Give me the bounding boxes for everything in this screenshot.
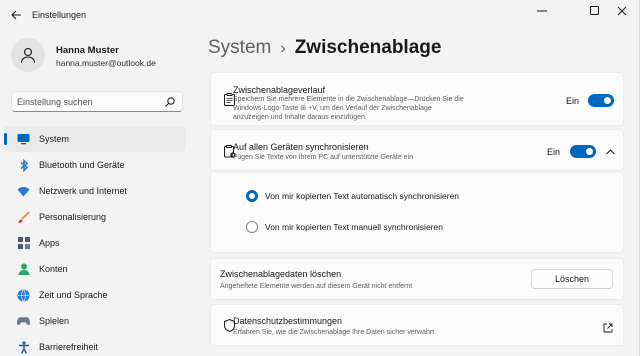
sidebar-item-network[interactable]: Netzwerk und Internet (4, 178, 186, 204)
monitor-icon (17, 133, 30, 146)
sidebar-item-label: Konten (39, 264, 68, 274)
sidebar-item-label: Bluetooth und Geräte (39, 160, 125, 170)
sidebar-item-label: Barrierefreiheit (39, 342, 99, 352)
radio-button[interactable] (246, 221, 258, 233)
description-line: Windows-Logo-Taste ⊞ +V, um den Verlauf … (233, 105, 432, 112)
wifi-icon (17, 185, 30, 198)
close-icon (617, 6, 627, 16)
collapse-button[interactable] (604, 146, 616, 158)
clipboard-history-description: Speichern Sie mehrere Elemente in die Zw… (233, 95, 523, 122)
clear-button[interactable]: Löschen (531, 269, 613, 289)
page-title: Zwischenablage (294, 37, 442, 58)
clear-data-description: Angeheftete Elemente werden auf diesem G… (220, 283, 413, 290)
clipboard-history-toggle[interactable] (588, 94, 614, 107)
sidebar-item-system[interactable]: System (4, 126, 186, 152)
chevron-up-icon (605, 149, 615, 155)
privacy-description: Erfahren Sie, wie die Zwischenablage Ihr… (233, 329, 435, 336)
sidebar-item-label: Apps (39, 238, 60, 248)
radio-button[interactable] (246, 190, 258, 202)
maximize-icon (590, 6, 599, 15)
sidebar-item-accounts[interactable]: Konten (4, 256, 186, 282)
sidebar-item-label: System (39, 134, 70, 144)
sync-title: Auf allen Geräten synchronisieren (233, 142, 369, 152)
sync-toggle-label: Ein (547, 147, 561, 157)
clear-data-title: Zwischenablagedaten löschen (220, 269, 342, 279)
settings-window: Einstellungen Hanna Muster hanna.muster@… (0, 0, 640, 356)
globe-clock-icon (17, 288, 30, 302)
sidebar-item-bluetooth[interactable]: Bluetooth und Geräte (4, 152, 186, 178)
open-external-icon (603, 323, 613, 333)
description-line: Speichern Sie mehrere Elemente in die Zw… (233, 96, 464, 103)
open-external-button[interactable] (603, 320, 614, 333)
user-icon (20, 47, 36, 63)
user-email: hanna.muster@outlook.de (56, 58, 156, 68)
search-box[interactable] (11, 91, 183, 112)
sync-card: Auf allen Geräten synchronisieren Fügen … (210, 129, 624, 171)
sidebar-item-label: Netzwerk und Internet (39, 186, 128, 196)
brush-icon (17, 210, 30, 224)
sidebar-item-apps[interactable]: Apps (4, 230, 186, 256)
sidebar-item-time-language[interactable]: Zeit und Sprache (4, 282, 186, 308)
description-line: anzuzeigen und Inhalte daraus einzufügen… (233, 114, 367, 121)
bluetooth-icon (17, 158, 30, 172)
breadcrumb: System › Zwischenablage (208, 37, 441, 59)
minimize-icon (537, 10, 547, 12)
app-title: Einstellungen (32, 10, 87, 20)
clipboard-history-title: Zwischenablageverlauf (233, 85, 326, 95)
sync-options-panel (210, 172, 624, 253)
clipboard-history-card: Zwischenablageverlauf Speichern Sie mehr… (210, 72, 624, 126)
accessibility-icon (17, 340, 30, 354)
sync-option-automatic[interactable]: Von mir kopierten Text automatisch synch… (246, 190, 459, 202)
back-button[interactable] (8, 7, 24, 23)
gamepad-icon (17, 315, 30, 328)
privacy-title: Datenschutzbestimmungen (233, 316, 343, 326)
apps-icon (17, 237, 30, 250)
radio-label: Von mir kopierten Text automatisch synch… (265, 191, 460, 201)
sync-description: Fügen Sie Texte von Ihrem PC auf unterst… (233, 154, 414, 161)
search-icon[interactable] (164, 96, 176, 108)
breadcrumb-parent[interactable]: System (208, 37, 271, 58)
back-arrow-icon (10, 10, 21, 20)
title-bar: Einstellungen (0, 0, 640, 30)
breadcrumb-separator: › (280, 40, 286, 57)
clipboard-history-toggle-label: Ein (566, 96, 580, 106)
minimize-button[interactable] (530, 3, 554, 19)
search-input[interactable] (17, 95, 157, 109)
sidebar-item-label: Personalisierung (39, 212, 107, 222)
person-icon (17, 263, 30, 276)
user-name: Hanna Muster (56, 45, 119, 56)
sidebar-item-accessibility[interactable]: Barrierefreiheit (4, 334, 186, 356)
radio-label: Von mir kopierten Text manuell synchroni… (265, 222, 443, 232)
sidebar-nav: System Bluetooth und Geräte Netzwerk und… (4, 126, 186, 356)
close-button[interactable] (610, 3, 634, 19)
sidebar-item-gaming[interactable]: Spielen (4, 308, 186, 334)
sync-option-manual[interactable]: Von mir kopierten Text manuell synchroni… (246, 221, 443, 233)
privacy-card[interactable]: Datenschutzbestimmungen Erfahren Sie, wi… (210, 304, 624, 346)
sidebar-item-label: Spielen (39, 316, 70, 326)
avatar[interactable] (11, 38, 45, 72)
sync-toggle[interactable] (570, 145, 596, 158)
sidebar-item-personalization[interactable]: Personalisierung (4, 204, 186, 230)
sidebar-item-label: Zeit und Sprache (39, 290, 108, 300)
maximize-button[interactable] (583, 3, 607, 19)
